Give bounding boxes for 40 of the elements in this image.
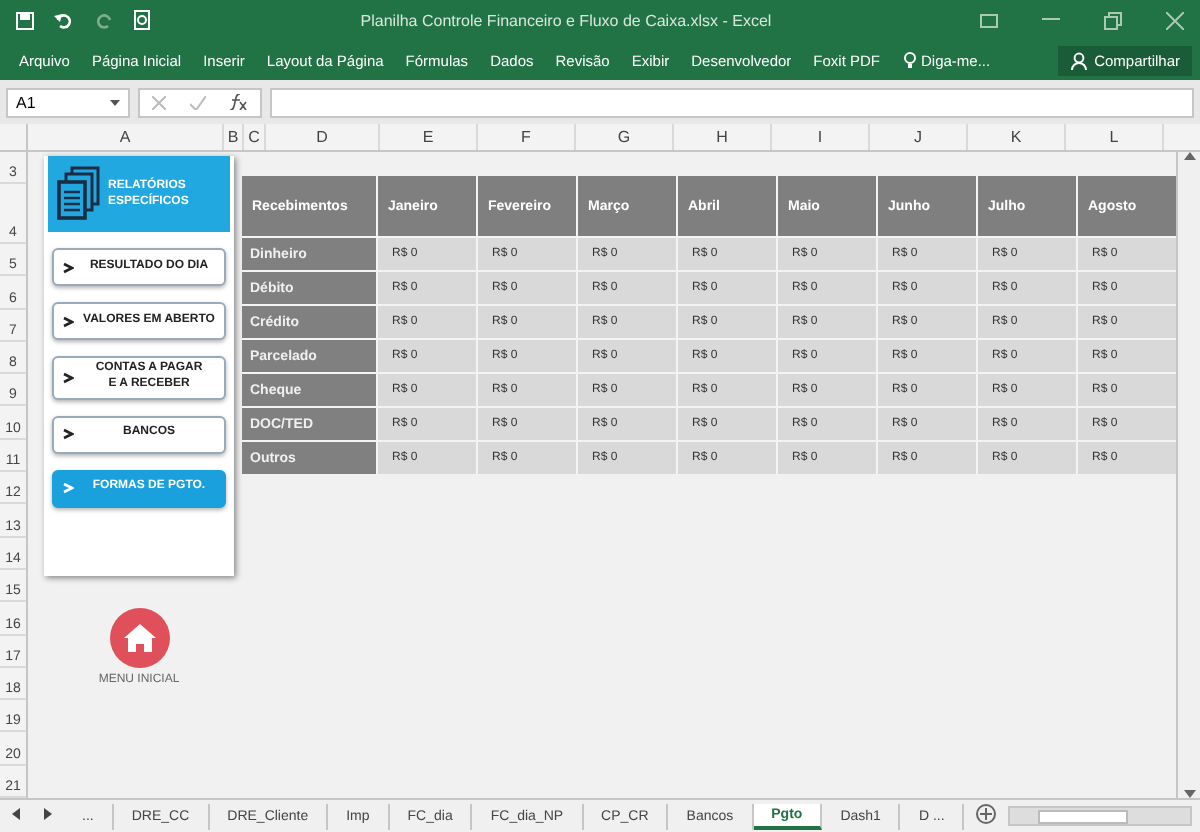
column-header[interactable]: C — [244, 124, 266, 150]
column-header[interactable]: L — [1066, 124, 1164, 150]
column-header[interactable]: H — [674, 124, 772, 150]
column-header[interactable]: D — [266, 124, 380, 150]
chevron-icon — [62, 482, 74, 495]
ribbon-display-icon[interactable] — [980, 13, 998, 27]
previous-sheet-icon[interactable] — [12, 808, 20, 820]
chevron-icon — [62, 261, 74, 273]
home-icon[interactable] — [109, 608, 169, 668]
column-header[interactable]: J — [870, 124, 968, 150]
chevron-icon — [62, 428, 74, 441]
save-icon[interactable] — [16, 11, 34, 29]
vertical-scrollbar[interactable] — [1176, 152, 1200, 798]
redo-icon[interactable] — [94, 11, 114, 29]
horizontal-scrollbar[interactable] — [1008, 806, 1192, 826]
column-header[interactable]: E — [380, 124, 478, 150]
formula-field[interactable] — [270, 87, 1194, 117]
column-header[interactable]: B — [224, 124, 244, 150]
person-icon — [1070, 51, 1089, 69]
restore-icon[interactable] — [1104, 11, 1122, 29]
column-header[interactable]: A — [28, 124, 224, 150]
print-preview-icon[interactable] — [134, 10, 152, 30]
column-header[interactable]: G — [576, 124, 674, 150]
next-sheet-icon[interactable] — [44, 808, 52, 820]
chevron-icon — [62, 371, 74, 384]
add-sheet-icon[interactable] — [976, 804, 997, 824]
window-title: Planilha Controle Financeiro e Fluxo de Caixa.xlsx - Excel — [358, 11, 774, 29]
column-header[interactable]: K — [968, 124, 1066, 150]
name-box[interactable]: A1 — [6, 87, 130, 117]
function-icon[interactable] — [230, 94, 248, 110]
lightbulb-icon — [903, 51, 915, 69]
column-header[interactable]: I — [772, 124, 870, 150]
chevron-icon — [62, 315, 74, 327]
minimize-icon[interactable] — [1042, 18, 1060, 22]
dropdown-icon — [110, 99, 120, 105]
column-header[interactable]: F — [478, 124, 576, 150]
check-icon[interactable] — [190, 95, 206, 109]
undo-icon[interactable] — [54, 11, 74, 29]
documents-icon — [56, 166, 100, 222]
close-icon[interactable] — [1166, 11, 1184, 29]
